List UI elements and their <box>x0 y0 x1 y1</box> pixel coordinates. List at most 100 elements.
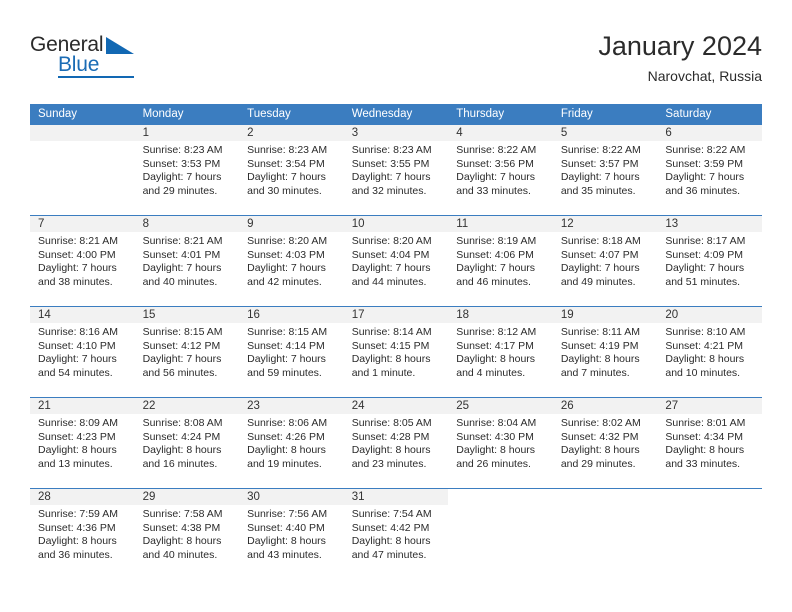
title-block: January 2024 Narovchat, Russia <box>598 31 762 85</box>
sunset-text: Sunset: 4:24 PM <box>142 430 221 443</box>
daylight-text: Daylight: 7 hours <box>247 262 326 275</box>
sunrise-text: Sunrise: 8:22 AM <box>665 144 746 156</box>
calendar-day-cell[interactable]: 15 Sunrise: 8:15 AM Sunset: 4:12 PM Dayligh… <box>134 306 240 398</box>
daylight-text-cont: and 49 minutes. <box>560 275 636 288</box>
calendar-day-cell[interactable]: 7 Sunrise: 8:21 AM Sunset: 4:00 PM Daylight… <box>30 215 135 307</box>
calendar-day-cell[interactable]: 25 Sunrise: 8:04 AM Sunset: 4:30 PM Dayligh… <box>448 397 553 489</box>
sunrise-text: Sunrise: 8:21 AM <box>142 235 223 247</box>
day-details: Sunrise: 8:21 AM Sunset: 4:01 PM Daylight:… <box>135 232 240 289</box>
daylight-text: Daylight: 8 hours <box>456 353 536 366</box>
calendar-day-cell[interactable]: 6 Sunrise: 8:22 AM Sunset: 3:59 PM Daylight… <box>657 125 762 216</box>
calendar-day-cell[interactable]: 16 Sunrise: 8:15 AM Sunset: 4:14 PM Dayligh… <box>239 306 344 398</box>
page-title: January 2024 <box>598 31 762 61</box>
day-number: 25 <box>448 398 553 414</box>
calendar-day-cell[interactable]: 14 Sunrise: 8:16 AM Sunset: 4:10 PM Dayligh… <box>30 306 135 398</box>
day-details: Sunrise: 7:56 AM Sunset: 4:40 PM Daylight:… <box>239 505 344 562</box>
column-header-thursday: Thursday <box>448 104 553 125</box>
day-number: 27 <box>657 398 762 414</box>
daylight-text: Daylight: 8 hours <box>351 353 431 366</box>
sunset-text: Sunset: 4:32 PM <box>560 430 639 443</box>
daylight-text: Daylight: 8 hours <box>247 535 326 548</box>
day-number: 18 <box>448 307 553 323</box>
calendar-day-cell[interactable]: 2 Sunrise: 8:23 AM Sunset: 3:54 PM Daylight… <box>239 125 344 216</box>
daylight-text-cont: and 29 minutes. <box>142 184 218 197</box>
calendar-day-cell[interactable]: 5 Sunrise: 8:22 AM Sunset: 3:57 PM Daylight… <box>552 125 658 216</box>
daylight-text-cont: and 23 minutes. <box>351 457 427 470</box>
calendar-day-cell[interactable]: 24 Sunrise: 8:05 AM Sunset: 4:28 PM Dayligh… <box>343 397 449 489</box>
day-number: 20 <box>657 307 762 323</box>
calendar-week-row: 21 Sunrise: 8:09 AM Sunset: 4:23 PM Dayligh… <box>30 397 762 489</box>
calendar-day-cell[interactable]: 19 Sunrise: 8:11 AM Sunset: 4:19 PM Dayligh… <box>552 306 658 398</box>
daylight-text: Daylight: 8 hours <box>247 444 326 457</box>
calendar-day-cell[interactable]: 18 Sunrise: 8:12 AM Sunset: 4:17 PM Dayligh… <box>448 306 553 398</box>
daylight-text-cont: and 56 minutes. <box>142 366 218 379</box>
sunrise-text: Sunrise: 7:59 AM <box>38 508 118 520</box>
daylight-text-cont: and 33 minutes. <box>665 457 741 470</box>
daylight-text: Daylight: 7 hours <box>456 171 536 184</box>
calendar-day-cell[interactable]: 4 Sunrise: 8:22 AM Sunset: 3:56 PM Daylight… <box>448 125 553 216</box>
daylight-text: Daylight: 8 hours <box>351 535 431 548</box>
sunrise-text: Sunrise: 8:23 AM <box>351 144 432 156</box>
daylight-text-cont: and 13 minutes. <box>38 457 113 470</box>
daylight-text-cont: and 10 minutes. <box>665 366 741 379</box>
day-number: 29 <box>134 489 240 505</box>
calendar-day-cell[interactable]: 8 Sunrise: 8:21 AM Sunset: 4:01 PM Daylight… <box>134 215 240 307</box>
day-number: 7 <box>30 216 135 232</box>
day-number: 30 <box>239 489 344 505</box>
calendar-day-cell[interactable]: 27 Sunrise: 8:01 AM Sunset: 4:34 PM Dayligh… <box>657 397 762 489</box>
sunset-text: Sunset: 3:59 PM <box>665 157 744 170</box>
calendar-day-cell[interactable]: 29 Sunrise: 7:58 AM Sunset: 4:38 PM Dayligh… <box>134 488 240 579</box>
calendar-body: 1 Sunrise: 8:23 AM Sunset: 3:53 PM Daylight… <box>30 125 762 579</box>
day-details: Sunrise: 8:22 AM Sunset: 3:56 PM Daylight:… <box>448 141 553 198</box>
daylight-text-cont: and 59 minutes. <box>247 366 322 379</box>
calendar-day-cell[interactable]: 12 Sunrise: 8:18 AM Sunset: 4:07 PM Dayligh… <box>552 215 658 307</box>
calendar-day-cell[interactable]: 21 Sunrise: 8:09 AM Sunset: 4:23 PM Dayligh… <box>30 397 135 489</box>
sunset-text: Sunset: 4:06 PM <box>456 248 534 261</box>
daylight-text: Daylight: 8 hours <box>351 444 431 457</box>
day-details: Sunrise: 8:05 AM Sunset: 4:28 PM Daylight:… <box>344 414 449 471</box>
day-details: Sunrise: 8:16 AM Sunset: 4:10 PM Daylight:… <box>30 323 135 380</box>
daylight-text-cont: and 38 minutes. <box>38 275 113 288</box>
daylight-text: Daylight: 8 hours <box>665 353 745 366</box>
day-number: 17 <box>343 307 449 323</box>
calendar-day-cell[interactable]: 30 Sunrise: 7:56 AM Sunset: 4:40 PM Dayligh… <box>239 488 344 579</box>
daylight-text: Daylight: 8 hours <box>456 444 536 457</box>
sunrise-text: Sunrise: 7:58 AM <box>142 508 223 520</box>
daylight-text: Daylight: 7 hours <box>247 353 326 366</box>
day-details: Sunrise: 7:58 AM Sunset: 4:38 PM Daylight:… <box>135 505 240 562</box>
sunset-text: Sunset: 4:04 PM <box>351 248 430 261</box>
daylight-text: Daylight: 7 hours <box>142 353 222 366</box>
sunrise-text: Sunrise: 8:22 AM <box>560 144 641 156</box>
day-details: Sunrise: 8:12 AM Sunset: 4:17 PM Daylight:… <box>448 323 553 380</box>
calendar-day-cell[interactable]: 9 Sunrise: 8:20 AM Sunset: 4:03 PM Daylight… <box>239 215 344 307</box>
calendar-day-cell[interactable]: 28 Sunrise: 7:59 AM Sunset: 4:36 PM Dayligh… <box>30 488 135 579</box>
calendar-day-cell[interactable]: 23 Sunrise: 8:06 AM Sunset: 4:26 PM Dayligh… <box>239 397 344 489</box>
day-details: Sunrise: 8:08 AM Sunset: 4:24 PM Daylight:… <box>135 414 240 471</box>
day-number: 22 <box>134 398 240 414</box>
page-header: General Blue January 2024 Narovchat, Rus… <box>30 31 762 94</box>
sunset-text: Sunset: 4:26 PM <box>247 430 325 443</box>
daylight-text-cont: and 51 minutes. <box>665 275 741 288</box>
sunset-text: Sunset: 4:23 PM <box>38 430 116 443</box>
day-details: Sunrise: 8:10 AM Sunset: 4:21 PM Daylight:… <box>657 323 762 380</box>
calendar-day-cell[interactable]: 31 Sunrise: 7:54 AM Sunset: 4:42 PM Dayligh… <box>343 488 449 579</box>
sunrise-text: Sunrise: 8:16 AM <box>38 326 118 338</box>
calendar-day-cell[interactable]: 3 Sunrise: 8:23 AM Sunset: 3:55 PM Daylight… <box>343 125 449 216</box>
calendar-empty-cell <box>657 488 762 579</box>
calendar-week-row: 7 Sunrise: 8:21 AM Sunset: 4:00 PM Daylight… <box>30 215 762 307</box>
sunrise-text: Sunrise: 8:08 AM <box>142 417 223 429</box>
calendar-day-cell[interactable]: 1 Sunrise: 8:23 AM Sunset: 3:53 PM Daylight… <box>134 125 240 216</box>
calendar-day-cell[interactable]: 13 Sunrise: 8:17 AM Sunset: 4:09 PM Dayligh… <box>657 215 762 307</box>
calendar-day-cell[interactable]: 20 Sunrise: 8:10 AM Sunset: 4:21 PM Dayligh… <box>657 306 762 398</box>
calendar-day-cell[interactable]: 17 Sunrise: 8:14 AM Sunset: 4:15 PM Dayligh… <box>343 306 449 398</box>
calendar-day-cell[interactable]: 26 Sunrise: 8:02 AM Sunset: 4:32 PM Dayligh… <box>552 397 658 489</box>
sunset-text: Sunset: 4:36 PM <box>38 521 116 534</box>
calendar-day-cell[interactable]: 10 Sunrise: 8:20 AM Sunset: 4:04 PM Dayligh… <box>343 215 449 307</box>
daylight-text: Daylight: 7 hours <box>142 171 222 184</box>
daylight-text-cont: and 29 minutes. <box>560 457 636 470</box>
day-details: Sunrise: 8:23 AM Sunset: 3:53 PM Daylight:… <box>135 141 240 198</box>
daylight-text: Daylight: 8 hours <box>560 353 640 366</box>
sunrise-text: Sunrise: 8:04 AM <box>456 417 537 429</box>
calendar-day-cell[interactable]: 11 Sunrise: 8:19 AM Sunset: 4:06 PM Dayligh… <box>448 215 553 307</box>
calendar-day-cell[interactable]: 22 Sunrise: 8:08 AM Sunset: 4:24 PM Dayligh… <box>134 397 240 489</box>
